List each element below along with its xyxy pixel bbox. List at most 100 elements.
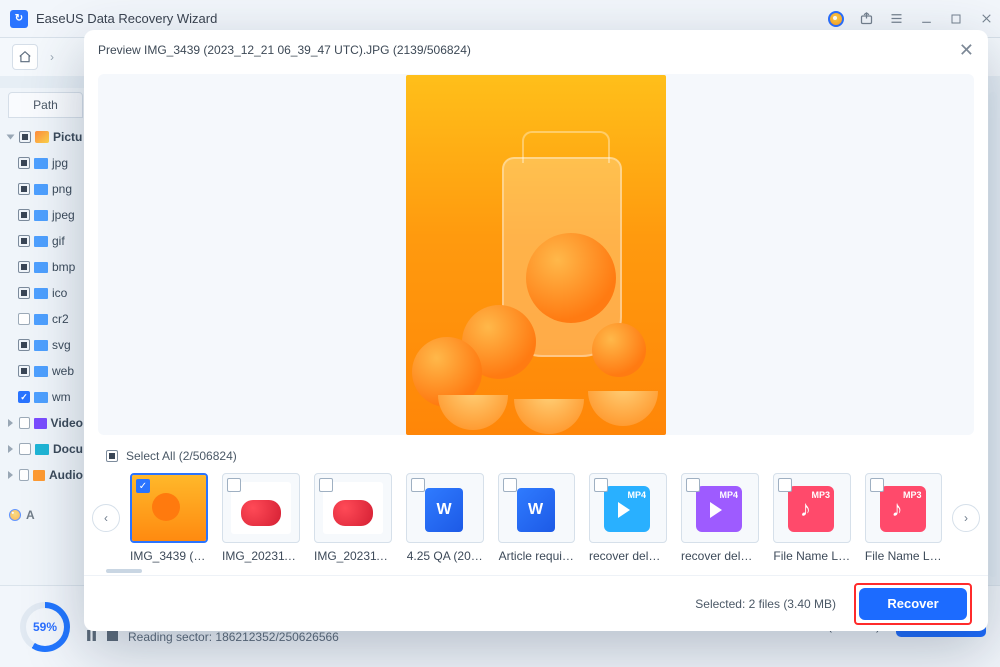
tree-label: bmp bbox=[52, 260, 75, 274]
tree-gif[interactable]: gif bbox=[4, 228, 87, 254]
app-icon: ↻ bbox=[10, 10, 28, 28]
tree-videos[interactable]: Video bbox=[4, 410, 87, 436]
thumb-checkbox[interactable] bbox=[778, 478, 792, 492]
thumb-label: Article requi… bbox=[498, 549, 576, 563]
preview-image[interactable] bbox=[406, 75, 666, 435]
folder-icon bbox=[34, 340, 48, 351]
tree-label: png bbox=[52, 182, 72, 196]
thumb-checkbox[interactable] bbox=[686, 478, 700, 492]
filmstrip-scrollbar[interactable] bbox=[106, 569, 966, 575]
tree-label: cr2 bbox=[52, 312, 69, 326]
tree-label: Audio bbox=[49, 468, 83, 482]
thumb-2[interactable]: IMG_202311… bbox=[314, 473, 392, 563]
tree-label: Docu bbox=[53, 442, 83, 456]
tree-wm[interactable]: ✓wm bbox=[4, 384, 87, 410]
thumb-4[interactable]: W Article requi… bbox=[498, 473, 576, 563]
share-icon[interactable] bbox=[858, 11, 874, 27]
thumb-5[interactable]: MP4recover dele… bbox=[589, 473, 667, 563]
select-all-row[interactable]: Select All (2/506824) bbox=[84, 443, 988, 469]
tree-bmp[interactable]: bmp bbox=[4, 254, 87, 280]
folder-icon bbox=[34, 158, 48, 169]
folder-icon bbox=[33, 470, 45, 481]
thumb-checkbox[interactable] bbox=[319, 478, 333, 492]
close-icon[interactable] bbox=[978, 11, 994, 27]
checkbox-partial-icon[interactable] bbox=[18, 235, 30, 247]
strip-prev-button[interactable]: ‹ bbox=[92, 504, 120, 532]
thumb-checkbox[interactable] bbox=[503, 478, 517, 492]
thumb-label: File Name L… bbox=[773, 549, 851, 563]
tree-cr2[interactable]: cr2 bbox=[4, 306, 87, 332]
checkbox-partial-icon[interactable] bbox=[18, 365, 30, 377]
thumb-8[interactable]: MP3 File Name L… bbox=[865, 473, 943, 563]
path-tab[interactable]: Path bbox=[8, 92, 83, 118]
folder-icon bbox=[34, 262, 48, 273]
thumb-label: IMG_3439 (2… bbox=[130, 549, 208, 563]
checkbox-empty-icon[interactable] bbox=[18, 313, 30, 325]
tree-png[interactable]: png bbox=[4, 176, 87, 202]
home-button[interactable] bbox=[12, 44, 38, 70]
thumb-3[interactable]: W 4.25 QA (20… bbox=[406, 473, 484, 563]
checkbox-partial-icon[interactable] bbox=[106, 450, 118, 462]
checkbox-empty-icon[interactable] bbox=[19, 443, 31, 455]
thumb-frame[interactable]: MP3 bbox=[865, 473, 943, 543]
scrollbar[interactable] bbox=[989, 92, 997, 577]
mascot-icon[interactable] bbox=[828, 11, 844, 27]
checkbox-empty-icon[interactable] bbox=[19, 469, 29, 481]
thumb-label: File Name L… bbox=[865, 549, 943, 563]
folder-icon bbox=[34, 210, 48, 221]
thumb-frame[interactable]: MP4 bbox=[589, 473, 667, 543]
thumb-checkbox[interactable] bbox=[227, 478, 241, 492]
thumb-checkbox[interactable] bbox=[870, 478, 884, 492]
thumb-1[interactable]: IMG_202311… bbox=[222, 473, 300, 563]
checkbox-empty-icon[interactable] bbox=[19, 417, 30, 429]
thumb-label: IMG_202311… bbox=[222, 549, 300, 563]
stop-icon[interactable] bbox=[107, 630, 118, 644]
thumb-0[interactable]: ✓ IMG_3439 (2… bbox=[130, 473, 208, 563]
thumb-label: 4.25 QA (20… bbox=[406, 549, 484, 563]
ai-row[interactable]: A bbox=[4, 502, 87, 528]
recover-button[interactable]: Recover bbox=[859, 588, 967, 620]
modal-close-icon[interactable]: ✕ bbox=[959, 40, 974, 61]
tree-label: jpg bbox=[52, 156, 68, 170]
thumb-checkbox[interactable] bbox=[594, 478, 608, 492]
thumb-frame[interactable]: ✓ bbox=[130, 473, 208, 543]
checkbox-partial-icon[interactable] bbox=[18, 339, 30, 351]
tree-documents[interactable]: Docu bbox=[4, 436, 87, 462]
maximize-icon[interactable] bbox=[948, 11, 964, 27]
thumb-6[interactable]: MP4recover dele… bbox=[681, 473, 759, 563]
checkbox-partial-icon[interactable] bbox=[18, 209, 30, 221]
thumb-frame[interactable]: MP3 bbox=[773, 473, 851, 543]
minimize-icon[interactable] bbox=[918, 11, 934, 27]
thumb-7[interactable]: MP3 File Name L… bbox=[773, 473, 851, 563]
app-title: EaseUS Data Recovery Wizard bbox=[36, 11, 828, 26]
thumb-frame[interactable]: W bbox=[406, 473, 484, 543]
thumb-frame[interactable] bbox=[222, 473, 300, 543]
thumb-label: IMG_202311… bbox=[314, 549, 392, 563]
preview-area bbox=[98, 74, 974, 435]
tree-jpeg[interactable]: jpeg bbox=[4, 202, 87, 228]
checkbox-partial-icon[interactable] bbox=[18, 261, 30, 273]
tree-ico[interactable]: ico bbox=[4, 280, 87, 306]
thumb-frame[interactable] bbox=[314, 473, 392, 543]
checkbox-partial-icon[interactable] bbox=[18, 287, 30, 299]
thumb-frame[interactable]: W bbox=[498, 473, 576, 543]
folder-icon bbox=[34, 184, 48, 195]
modal-header: Preview IMG_3439 (2023_12_21 06_39_47 UT… bbox=[84, 30, 988, 70]
tree-svg[interactable]: svg bbox=[4, 332, 87, 358]
strip-next-button[interactable]: › bbox=[952, 504, 980, 532]
tree-label: ico bbox=[52, 286, 67, 300]
thumb-checkbox[interactable]: ✓ bbox=[136, 479, 150, 493]
thumb-checkbox[interactable] bbox=[411, 478, 425, 492]
checkbox-partial-icon[interactable] bbox=[18, 157, 30, 169]
checkbox-checked-icon[interactable]: ✓ bbox=[18, 391, 30, 403]
tree-jpg[interactable]: jpg bbox=[4, 150, 87, 176]
tree-web[interactable]: web bbox=[4, 358, 87, 384]
tree-audio[interactable]: Audio bbox=[4, 462, 87, 488]
checkbox-partial-icon[interactable] bbox=[18, 183, 30, 195]
checkbox-partial-icon[interactable] bbox=[19, 131, 31, 143]
thumb-frame[interactable]: MP4 bbox=[681, 473, 759, 543]
tree-pictures[interactable]: Pictu bbox=[4, 124, 87, 150]
menu-icon[interactable] bbox=[888, 11, 904, 27]
tree-label: gif bbox=[52, 234, 65, 248]
pause-icon[interactable] bbox=[86, 630, 97, 644]
